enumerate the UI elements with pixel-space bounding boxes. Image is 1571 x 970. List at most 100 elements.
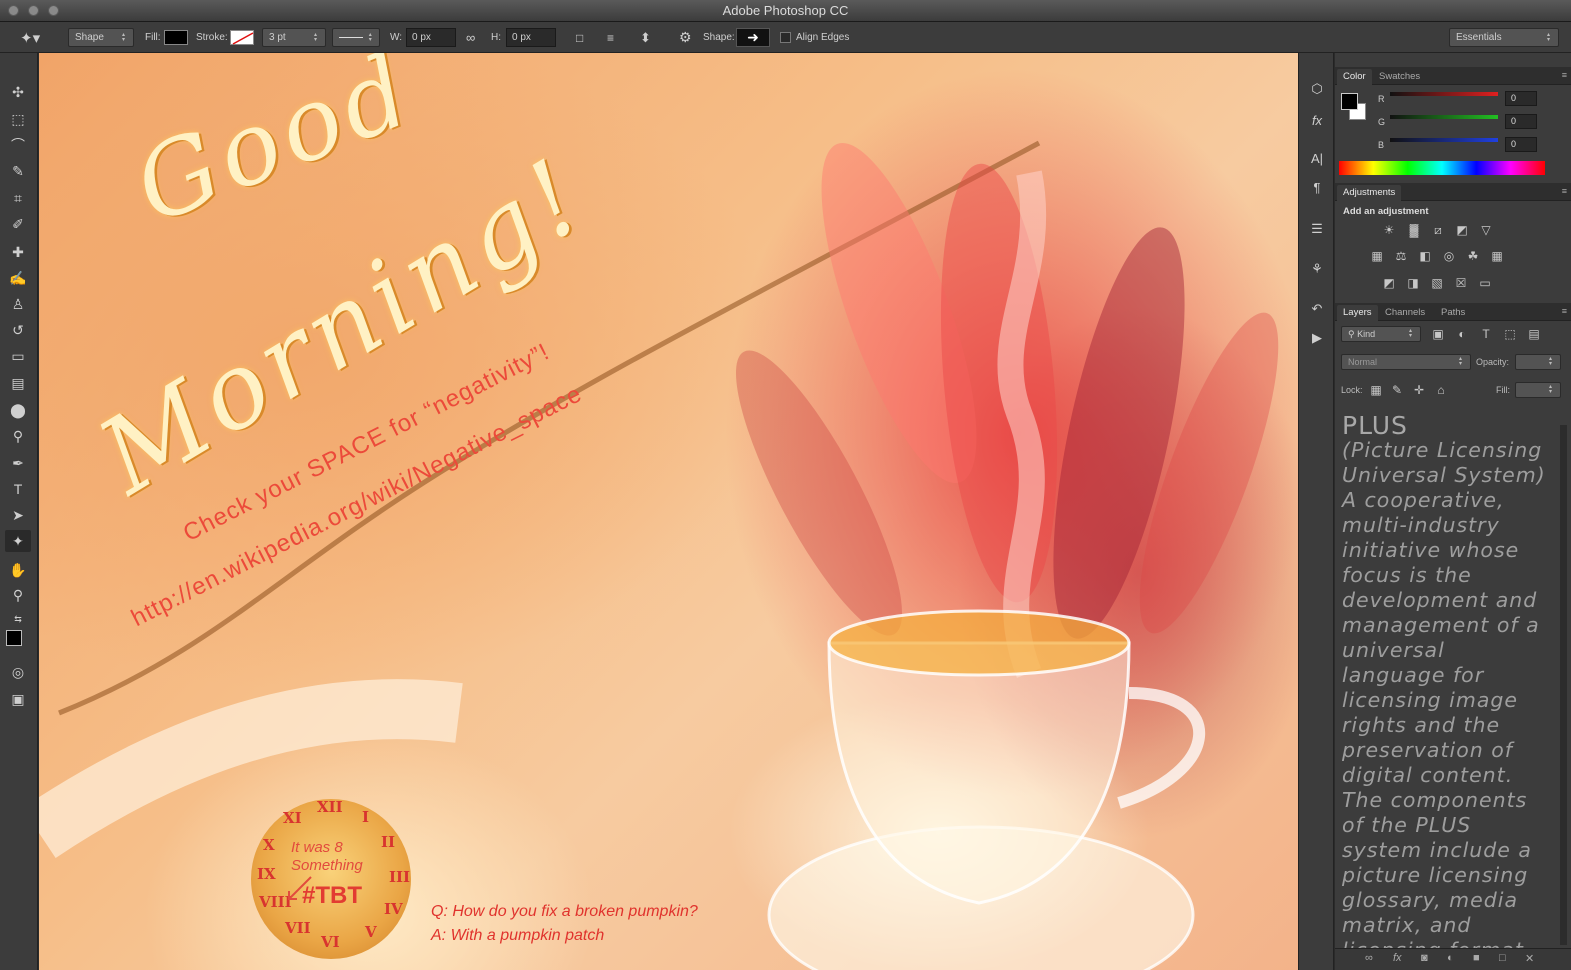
type-tool-icon[interactable]: T <box>5 478 31 500</box>
lock-all-icon[interactable]: ⌂ <box>1432 382 1450 398</box>
quick-selection-tool-icon[interactable]: ✎ <box>5 160 31 182</box>
brightness-contrast-icon[interactable]: ☀ <box>1380 222 1398 238</box>
tab-color[interactable]: Color <box>1337 69 1372 85</box>
history-brush-tool-icon[interactable]: ↺ <box>5 319 31 341</box>
eraser-tool-icon[interactable]: ▭ <box>5 345 31 367</box>
shape-picker[interactable]: ➜ <box>736 28 770 47</box>
filter-type-layers-icon[interactable]: T <box>1477 326 1495 342</box>
color-balance-icon[interactable]: ⚖ <box>1392 248 1410 264</box>
posterize-icon[interactable]: ◨ <box>1404 275 1422 291</box>
brush-presets-panel-icon[interactable]: ⚘ <box>1306 259 1328 279</box>
path-arrangement-icon[interactable]: ⬍ <box>640 28 651 47</box>
gear-icon[interactable]: ⚙ <box>679 28 692 47</box>
add-layer-style-icon[interactable]: fx <box>1393 952 1402 964</box>
hue-saturation-icon[interactable]: ▦ <box>1368 248 1386 264</box>
height-input[interactable]: 0 px <box>506 28 556 47</box>
clone-stamp-tool-icon[interactable]: ♙ <box>5 293 31 315</box>
panel-menu-icon[interactable]: ≡ <box>1562 186 1567 196</box>
lasso-tool-icon[interactable]: ⌒ <box>5 134 31 156</box>
new-layer-icon[interactable]: □ <box>1499 952 1506 964</box>
eyedropper-tool-icon[interactable]: ✐ <box>5 213 31 235</box>
align-edges-checkbox[interactable]: Align Edges <box>780 28 849 47</box>
tab-swatches[interactable]: Swatches <box>1373 69 1426 85</box>
history-panel-icon[interactable]: ↶ <box>1306 299 1328 319</box>
tab-channels[interactable]: Channels <box>1379 305 1431 321</box>
move-tool-icon[interactable]: ✣ <box>5 81 31 103</box>
tab-adjustments[interactable]: Adjustments <box>1337 185 1402 201</box>
blend-mode-select[interactable]: Normal <box>1341 354 1471 370</box>
path-operations-icon[interactable]: □ <box>576 28 583 47</box>
color-foreground-swatch[interactable] <box>1341 93 1358 110</box>
gradient-tool-icon[interactable]: ▤ <box>5 372 31 394</box>
vibrance-icon[interactable]: ▽ <box>1477 222 1495 238</box>
new-group-icon[interactable]: ■ <box>1473 952 1480 964</box>
invert-icon[interactable]: ◩ <box>1380 275 1398 291</box>
custom-shape-tool-icon[interactable]: ✦ <box>5 530 31 552</box>
link-layers-icon[interactable]: ∞ <box>1365 952 1373 964</box>
filter-adjustment-layers-icon[interactable]: ◐ <box>1453 326 1471 342</box>
levels-icon[interactable]: ▓ <box>1405 222 1423 238</box>
properties-panel-icon[interactable]: ☰ <box>1306 219 1328 239</box>
paragraph-panel-icon[interactable]: ¶ <box>1306 177 1328 197</box>
panel-menu-icon[interactable]: ≡ <box>1562 70 1567 80</box>
tool-mode-select[interactable]: Shape <box>68 28 134 47</box>
custom-shape-tool-preset-icon[interactable]: ✦▾ <box>20 28 40 47</box>
trash-icon[interactable]: ✕ <box>1525 952 1534 965</box>
path-alignment-icon[interactable]: ≡ <box>607 28 614 47</box>
workspace-select[interactable]: Essentials <box>1449 28 1559 47</box>
fill-swatch[interactable] <box>164 28 188 47</box>
color-lookup-icon[interactable]: ▦ <box>1488 248 1506 264</box>
blue-value-input[interactable]: 0 <box>1505 137 1537 152</box>
character-panel-icon[interactable]: A| <box>1306 148 1328 168</box>
quick-mask-icon[interactable]: ◎ <box>5 661 31 683</box>
red-slider[interactable] <box>1390 92 1498 96</box>
brush-tool-icon[interactable]: ✍ <box>5 267 31 289</box>
panel-menu-icon[interactable]: ≡ <box>1562 306 1567 316</box>
blur-tool-icon[interactable]: ⬤ <box>5 399 31 421</box>
green-slider[interactable] <box>1390 115 1498 119</box>
marquee-tool-icon[interactable]: ⬚ <box>5 108 31 130</box>
color-spectrum-ramp[interactable] <box>1339 161 1545 175</box>
fill-opacity-input[interactable] <box>1515 382 1561 398</box>
threshold-icon[interactable]: ▧ <box>1428 275 1446 291</box>
screen-mode-icon[interactable]: ▣ <box>5 688 31 710</box>
foreground-color-swatch[interactable] <box>6 630 22 646</box>
blue-slider[interactable] <box>1390 138 1498 142</box>
filter-smart-objects-icon[interactable]: ▤ <box>1525 326 1543 342</box>
photo-filter-icon[interactable]: ◎ <box>1440 248 1458 264</box>
zoom-tool-icon[interactable]: ⚲ <box>5 584 31 606</box>
tab-paths[interactable]: Paths <box>1435 305 1471 321</box>
filter-pixel-layers-icon[interactable]: ▣ <box>1429 326 1447 342</box>
gradient-map-icon[interactable]: ▭ <box>1476 275 1494 291</box>
dodge-tool-icon[interactable]: ⚲ <box>5 425 31 447</box>
curves-icon[interactable]: ⧄ <box>1429 222 1447 238</box>
stroke-swatch[interactable] <box>230 28 254 47</box>
stroke-type-select[interactable] <box>332 28 380 47</box>
lock-position-icon[interactable]: ✛ <box>1410 382 1428 398</box>
exposure-icon[interactable]: ◩ <box>1453 222 1471 238</box>
actions-panel-icon[interactable]: ▶ <box>1306 328 1328 348</box>
selective-color-icon[interactable]: ☒ <box>1452 275 1470 291</box>
swap-colors-icon[interactable]: ⇆ <box>5 608 31 630</box>
document-canvas[interactable]: Good Morning! Check your SPACE for “nega… <box>39 53 1298 970</box>
tab-layers[interactable]: Layers <box>1337 305 1378 321</box>
black-white-icon[interactable]: ◧ <box>1416 248 1434 264</box>
green-value-input[interactable]: 0 <box>1505 114 1537 129</box>
opacity-input[interactable] <box>1515 354 1561 370</box>
3d-panel-icon[interactable]: ⬡ <box>1306 79 1328 99</box>
pen-tool-icon[interactable]: ✒ <box>5 452 31 474</box>
path-selection-tool-icon[interactable]: ➤ <box>5 504 31 526</box>
layer-filter-select[interactable]: ⚲ Kind <box>1341 326 1421 342</box>
red-value-input[interactable]: 0 <box>1505 91 1537 106</box>
crop-tool-icon[interactable]: ⌗ <box>5 187 31 209</box>
stroke-width-select[interactable]: 3 pt <box>262 28 326 47</box>
channel-mixer-icon[interactable]: ☘ <box>1464 248 1482 264</box>
width-input[interactable]: 0 px <box>406 28 456 47</box>
link-icon[interactable]: ∞ <box>466 28 475 47</box>
new-adjustment-layer-icon[interactable]: ◐ <box>1447 952 1454 964</box>
add-mask-icon[interactable]: ◙ <box>1421 952 1428 964</box>
healing-brush-tool-icon[interactable]: ✚ <box>5 241 31 263</box>
filter-shape-layers-icon[interactable]: ⬚ <box>1501 326 1519 342</box>
lock-transparent-pixels-icon[interactable]: ▦ <box>1367 382 1385 398</box>
styles-panel-icon[interactable]: fx <box>1306 110 1328 130</box>
